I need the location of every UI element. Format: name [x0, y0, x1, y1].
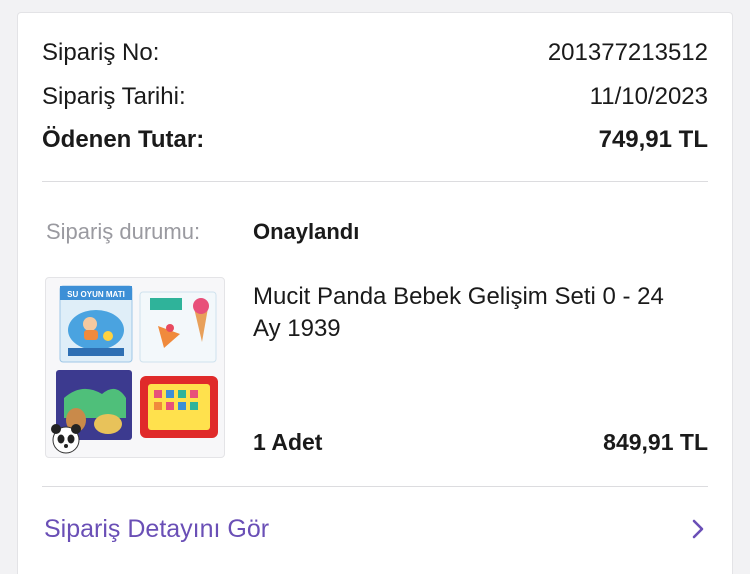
- order-date-label: Sipariş Tarihi:: [42, 83, 186, 110]
- order-number-row: Sipariş No: 201377213512: [42, 39, 708, 67]
- divider: [42, 486, 708, 487]
- product-thumbnail[interactable]: SU OYUN MATI: [45, 277, 225, 458]
- order-number-value: 201377213512: [547, 39, 708, 66]
- order-date-value: 11/10/2023: [589, 83, 708, 110]
- order-status-label: Sipariş durumu:: [46, 219, 201, 244]
- product-name[interactable]: Mucit Panda Bebek Gelişim Seti 0 - 24 Ay…: [253, 281, 693, 345]
- product-quantity: 1 Adet: [253, 429, 323, 455]
- chevron-right-icon: [688, 517, 708, 541]
- thumbnail-box-text: SU OYUN MATI: [67, 290, 125, 299]
- order-status-row: Sipariş durumu: Onaylandı: [46, 219, 359, 245]
- view-order-details-label: Sipariş Detayını Gör: [44, 514, 270, 543]
- order-card: Sipariş No: 201377213512 Sipariş Tarihi:…: [17, 12, 733, 574]
- paid-amount-row: Ödenen Tutar: 749,91 TL: [42, 126, 708, 154]
- product-price: 849,91 TL: [603, 429, 708, 455]
- order-date-row: Sipariş Tarihi: 11/10/2023: [42, 83, 708, 111]
- paid-amount-label: Ödenen Tutar:: [42, 126, 205, 153]
- divider: [42, 181, 708, 182]
- product-qty-price-row: 1 Adet 849,91 TL: [253, 429, 708, 456]
- order-status-value: Onaylandı: [253, 219, 360, 244]
- product-image: SU OYUN MATI: [51, 285, 218, 454]
- paid-amount-value: 749,91 TL: [598, 126, 708, 153]
- view-order-details-link[interactable]: Sipariş Detayını Gör: [44, 509, 708, 549]
- order-number-label: Sipariş No:: [42, 39, 160, 66]
